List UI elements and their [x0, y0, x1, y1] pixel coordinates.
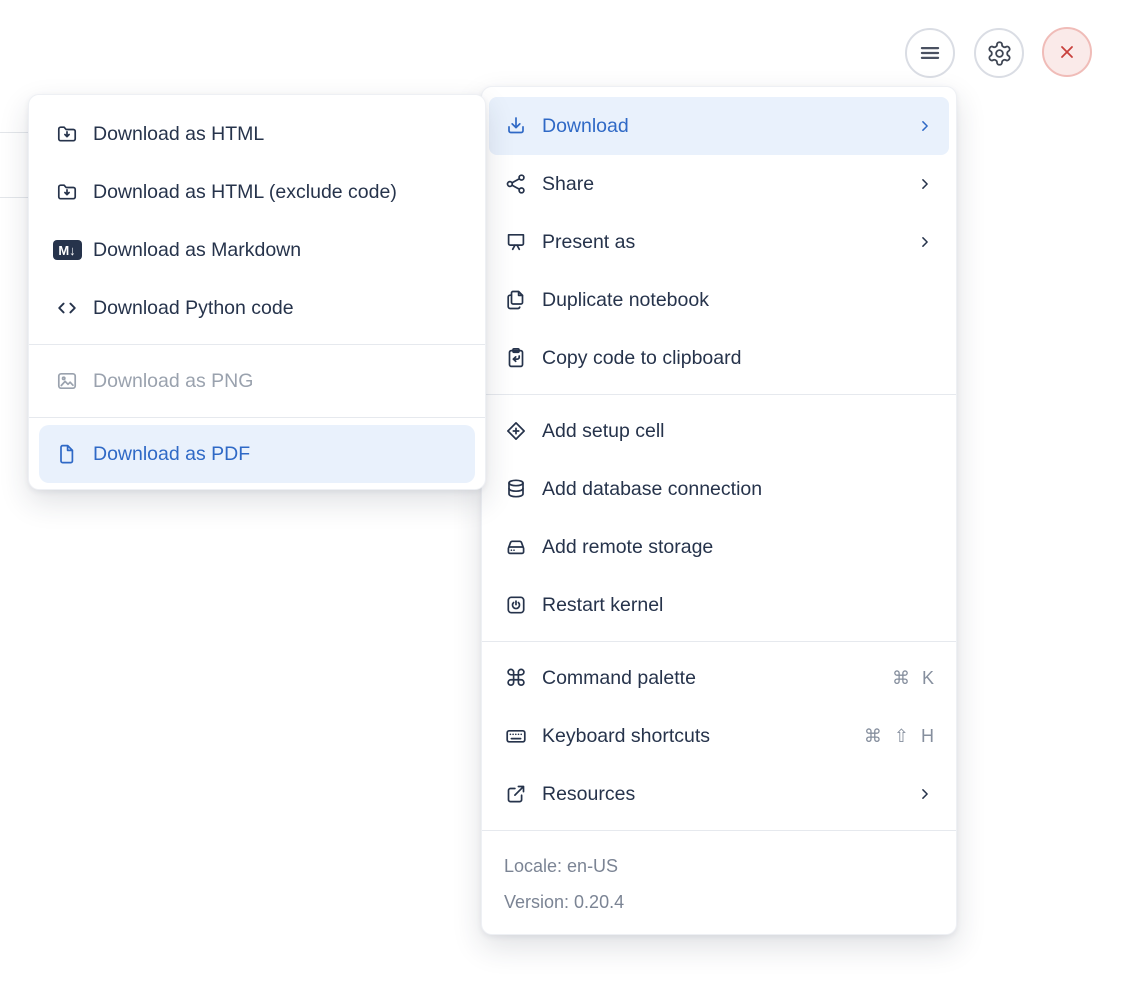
menu-footer: Locale: en-US Version: 0.20.4	[482, 838, 956, 928]
underlying-divider	[0, 132, 29, 133]
menu-item-label: Resources	[542, 782, 636, 805]
settings-button[interactable]	[974, 28, 1024, 78]
menu-item-duplicate-notebook[interactable]: Duplicate notebook	[489, 271, 949, 329]
menu-item-label: Command palette	[542, 666, 696, 689]
locale-info: Locale: en-US	[504, 855, 619, 876]
share-icon	[504, 172, 528, 196]
menu-item-label: Download	[542, 114, 629, 137]
chevron-right-icon	[922, 237, 928, 247]
close-button[interactable]	[1042, 27, 1092, 77]
menu-item-label: Copy code to clipboard	[542, 346, 742, 369]
menu-item-resources[interactable]: Resources	[489, 765, 949, 823]
menu-item-label: Download as Markdown	[93, 238, 302, 261]
hamburger-icon	[917, 40, 943, 66]
shortcut-hint: ⌘ ⇧ H	[863, 725, 934, 746]
menu-item-label: Add database connection	[542, 477, 763, 500]
menu-item-label: Add remote storage	[542, 535, 714, 558]
menu-item-label: Keyboard shortcuts	[542, 724, 711, 747]
menu-divider	[482, 830, 956, 831]
duplicate-icon	[504, 288, 528, 312]
submenu-item-download-html[interactable]: Download as HTML	[39, 105, 475, 163]
shortcut-hint: ⌘ K	[891, 667, 934, 688]
markdown-badge-icon: M↓	[52, 238, 82, 262]
menu-item-restart-kernel[interactable]: Restart kernel	[489, 576, 949, 634]
keyboard-icon	[504, 724, 528, 748]
page: Download Share Present as Duplicate note…	[0, 0, 1130, 986]
diamond-plus-icon	[504, 419, 528, 443]
menu-item-command-palette[interactable]: ⌘ Command palette ⌘ K	[489, 649, 949, 707]
storage-drive-icon	[504, 535, 528, 559]
chevron-right-icon	[922, 179, 928, 189]
submenu-item-download-markdown[interactable]: M↓ Download as Markdown	[39, 221, 475, 279]
submenu-item-download-png: Download as PNG	[39, 352, 475, 410]
menu-divider	[29, 344, 485, 345]
menu-divider	[482, 394, 956, 395]
main-menu: Download Share Present as Duplicate note…	[481, 86, 957, 935]
presentation-icon	[504, 230, 528, 254]
external-link-icon	[504, 782, 528, 806]
menu-item-label: Download as PDF	[93, 442, 251, 465]
command-icon: ⌘	[504, 664, 528, 691]
folder-download-icon	[55, 122, 79, 146]
hamburger-menu-button[interactable]	[905, 28, 955, 78]
download-submenu: Download as HTML Download as HTML (exclu…	[28, 94, 486, 490]
menu-divider	[29, 417, 485, 418]
underlying-divider	[0, 197, 29, 198]
menu-item-label: Download as HTML	[93, 122, 265, 145]
chevron-right-icon	[922, 121, 928, 131]
power-icon	[504, 593, 528, 617]
folder-download-icon	[55, 180, 79, 204]
menu-divider	[482, 641, 956, 642]
file-icon	[55, 442, 79, 466]
menu-item-share[interactable]: Share	[489, 155, 949, 213]
code-icon	[55, 296, 79, 320]
version-info: Version: 0.20.4	[504, 891, 625, 912]
gear-icon	[986, 40, 1013, 67]
menu-item-label: Share	[542, 172, 595, 195]
menu-item-present-as[interactable]: Present as	[489, 213, 949, 271]
menu-item-label: Present as	[542, 230, 636, 253]
close-icon	[1055, 40, 1079, 64]
menu-item-label: Download Python code	[93, 296, 294, 319]
image-icon	[55, 369, 79, 393]
chevron-right-icon	[922, 789, 928, 799]
menu-item-add-database[interactable]: Add database connection	[489, 460, 949, 518]
menu-item-add-setup-cell[interactable]: Add setup cell	[489, 402, 949, 460]
menu-item-keyboard-shortcuts[interactable]: Keyboard shortcuts ⌘ ⇧ H	[489, 707, 949, 765]
clipboard-copy-icon	[504, 346, 528, 370]
submenu-item-download-python[interactable]: Download Python code	[39, 279, 475, 337]
menu-item-add-remote-storage[interactable]: Add remote storage	[489, 518, 949, 576]
menu-item-label: Duplicate notebook	[542, 288, 709, 311]
menu-item-download[interactable]: Download	[489, 97, 949, 155]
submenu-item-download-html-exclude[interactable]: Download as HTML (exclude code)	[39, 163, 475, 221]
menu-item-label: Download as PNG	[93, 369, 254, 392]
download-icon	[504, 114, 528, 138]
menu-item-label: Add setup cell	[542, 419, 665, 442]
menu-item-label: Restart kernel	[542, 593, 664, 616]
database-icon	[504, 477, 528, 501]
menu-item-label: Download as HTML (exclude code)	[93, 180, 397, 203]
menu-item-copy-code[interactable]: Copy code to clipboard	[489, 329, 949, 387]
submenu-item-download-pdf[interactable]: Download as PDF	[39, 425, 475, 483]
